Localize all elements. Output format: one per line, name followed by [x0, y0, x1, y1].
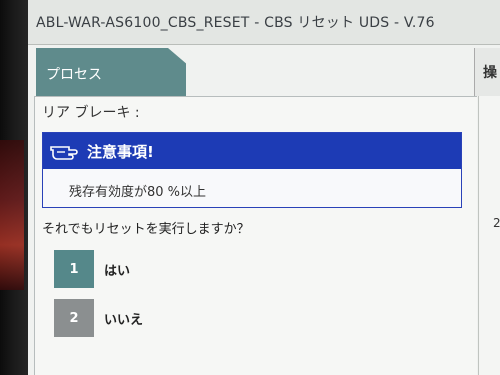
- tab-operation[interactable]: 操: [474, 48, 500, 96]
- app-screen: ABL-WAR-AS6100_CBS_RESET - CBS リセット UDS …: [28, 0, 500, 375]
- caution-title: 注意事項!: [87, 143, 154, 161]
- yes-button[interactable]: 1: [54, 250, 94, 288]
- caution-box: 注意事項! 残存有効度が80 %以上: [42, 132, 462, 208]
- caution-header: 注意事項!: [43, 133, 461, 169]
- side-panel: 2: [478, 96, 500, 375]
- yes-label[interactable]: はい: [104, 260, 130, 279]
- section-label: リア ブレーキ :: [42, 105, 140, 121]
- caution-message: 残存有効度が80 %以上: [69, 185, 207, 200]
- tab-process-label: プロセス: [46, 67, 102, 83]
- window-title: ABL-WAR-AS6100_CBS_RESET - CBS リセット UDS …: [36, 15, 435, 31]
- monitor-edge-reflection: [0, 140, 24, 290]
- window-titlebar: ABL-WAR-AS6100_CBS_RESET - CBS リセット UDS …: [28, 0, 500, 45]
- yes-button-number: 1: [69, 261, 79, 277]
- pointing-hand-icon: [49, 141, 79, 165]
- no-button-number: 2: [69, 310, 79, 326]
- no-button[interactable]: 2: [54, 299, 94, 337]
- tab-process[interactable]: プロセス: [36, 48, 186, 96]
- no-label[interactable]: いいえ: [104, 309, 143, 328]
- tab-operation-label: 操: [483, 65, 497, 81]
- side-panel-value: 2: [493, 216, 500, 230]
- confirm-question: それでもリセットを実行しますか？: [42, 222, 250, 237]
